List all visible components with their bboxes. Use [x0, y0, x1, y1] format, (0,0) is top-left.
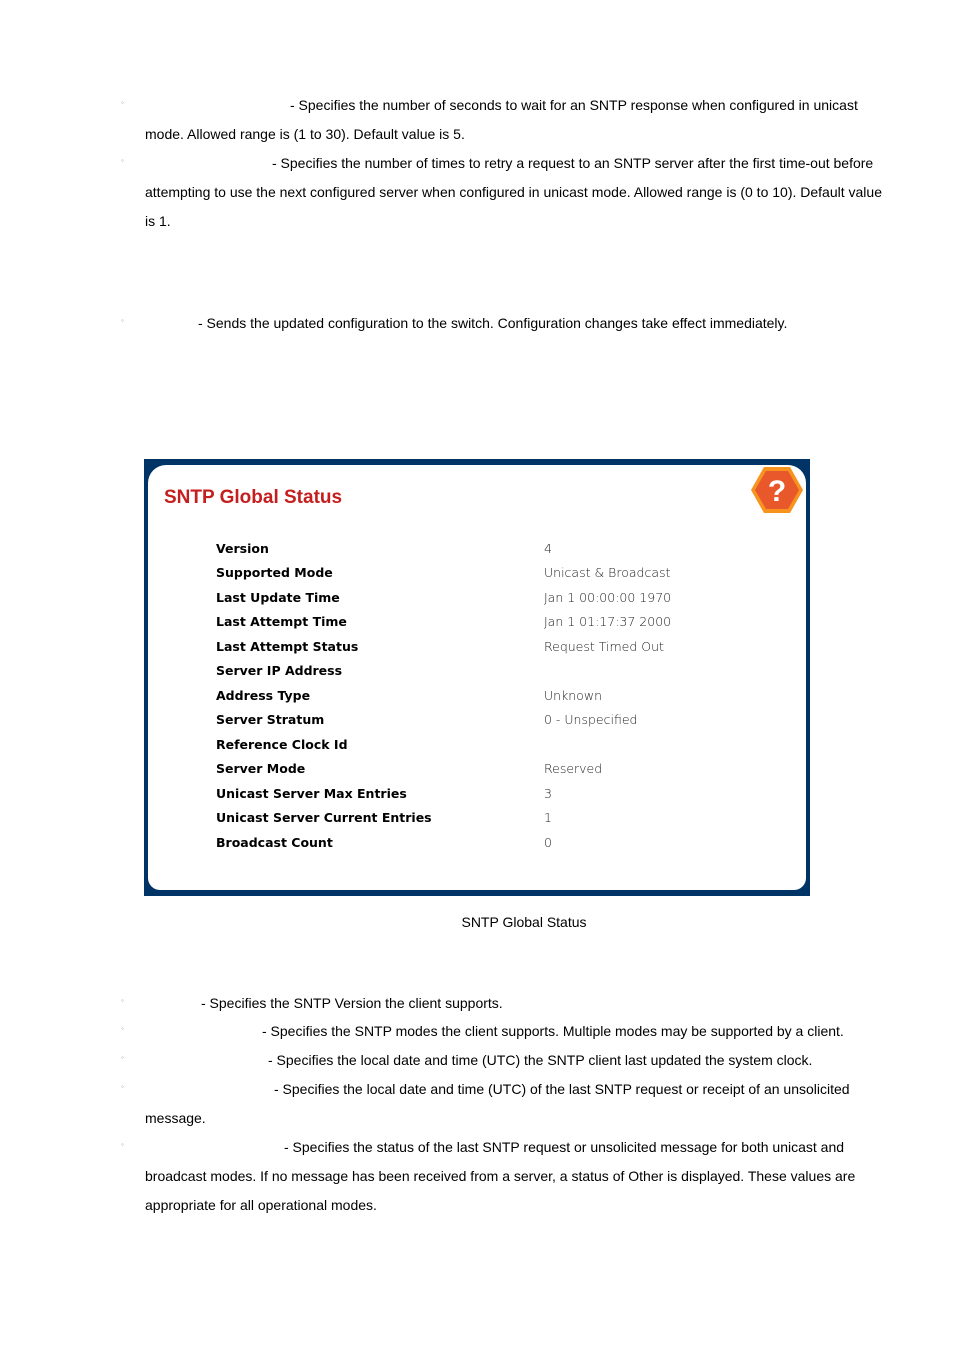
bullet-marker: ◦ — [121, 1082, 124, 1091]
help-button[interactable]: ? — [750, 465, 804, 515]
row-value: 1 — [544, 810, 552, 825]
description-item: - Specifies the local date and time (UTC… — [145, 1046, 885, 1075]
panel-title: SNTP Global Status — [164, 487, 343, 508]
status-row: Server Mode Reserved — [216, 761, 776, 785]
row-label: Unicast Server Current Entries — [216, 810, 432, 825]
row-label: Server Stratum — [216, 712, 325, 727]
row-value: 0 — [544, 835, 552, 850]
status-row: Version 4 — [216, 541, 776, 565]
row-value: Jan 1 00:00:00 1970 — [544, 590, 672, 605]
status-row: Last Attempt Time Jan 1 01:17:37 2000 — [216, 614, 776, 638]
status-row: Unicast Server Max Entries 3 — [216, 786, 776, 810]
panel-body: SNTP Global Status ? Version 4 Supported … — [148, 465, 806, 890]
row-value: 3 — [544, 786, 552, 801]
row-value: Unknown — [544, 688, 603, 703]
description-text: - Specifies the SNTP Version the client … — [201, 995, 503, 1011]
row-label: Server IP Address — [216, 663, 343, 678]
description-item: - Specifies the SNTP modes the client su… — [145, 1017, 885, 1046]
row-value: Unicast & Broadcast — [544, 565, 671, 580]
bullet-marker: ◦ — [121, 1053, 124, 1062]
status-row: Broadcast Count 0 — [216, 835, 776, 859]
description-text: - Specifies the number of times to retry… — [145, 155, 882, 229]
status-row: Server Stratum 0 - Unspecified — [216, 712, 776, 736]
description-item: - Specifies the number of times to retry… — [145, 149, 885, 235]
description-text: - Sends the updated configuration to the… — [198, 315, 788, 331]
status-row: Last Update Time Jan 1 00:00:00 1970 — [216, 590, 776, 614]
row-label: Address Type — [216, 688, 311, 703]
row-label: Version — [216, 541, 269, 556]
svg-text:?: ? — [768, 475, 786, 508]
row-label: Reference Clock Id — [216, 737, 348, 752]
status-row: Address Type Unknown — [216, 688, 776, 712]
description-text: - Specifies the local date and time (UTC… — [145, 1081, 850, 1126]
row-value: 0 - Unspecified — [544, 712, 638, 727]
bullet-marker: ◦ — [121, 1140, 124, 1149]
bullet-marker: ◦ — [121, 316, 124, 325]
row-label: Last Attempt Status — [216, 639, 359, 654]
description-item: - Specifies the number of seconds to wai… — [145, 91, 885, 149]
bullet-marker: ◦ — [121, 996, 124, 1005]
question-mark-hexagon-icon: ? — [751, 467, 803, 513]
bullet-marker: ◦ — [121, 156, 124, 165]
row-value: Reserved — [544, 761, 603, 776]
status-row: Reference Clock Id — [216, 737, 776, 761]
description-text: - Specifies the local date and time (UTC… — [268, 1052, 813, 1068]
row-label: Last Attempt Time — [216, 614, 347, 629]
bullet-marker: ◦ — [121, 98, 124, 107]
description-text: - Specifies the status of the last SNTP … — [145, 1139, 856, 1213]
row-label: Broadcast Count — [216, 835, 333, 850]
description-item: - Specifies the SNTP Version the client … — [145, 989, 885, 1018]
figure-caption: SNTP Global Status — [461, 914, 587, 930]
sntp-global-status-panel: SNTP Global Status ? Version 4 Supported … — [144, 459, 810, 896]
description-text: - Specifies the number of seconds to wai… — [145, 97, 858, 142]
status-row: Unicast Server Current Entries 1 — [216, 810, 776, 834]
description-item: - Specifies the status of the last SNTP … — [145, 1133, 885, 1219]
row-label: Supported Mode — [216, 565, 333, 580]
row-label: Last Update Time — [216, 590, 340, 605]
row-label: Server Mode — [216, 761, 306, 776]
description-item: - Specifies the local date and time (UTC… — [145, 1075, 885, 1133]
status-row: Last Attempt Status Request Timed Out — [216, 639, 776, 663]
row-value: Jan 1 01:17:37 2000 — [544, 614, 672, 629]
description-item-submit: - Sends the updated configuration to the… — [145, 309, 885, 338]
row-label: Unicast Server Max Entries — [216, 786, 407, 801]
status-row: Supported Mode Unicast & Broadcast — [216, 565, 776, 589]
row-value: 4 — [544, 541, 552, 556]
status-row: Server IP Address — [216, 663, 776, 687]
bullet-marker: ◦ — [121, 1024, 124, 1033]
row-value: Request Timed Out — [544, 639, 664, 654]
description-text: - Specifies the SNTP modes the client su… — [262, 1023, 844, 1039]
